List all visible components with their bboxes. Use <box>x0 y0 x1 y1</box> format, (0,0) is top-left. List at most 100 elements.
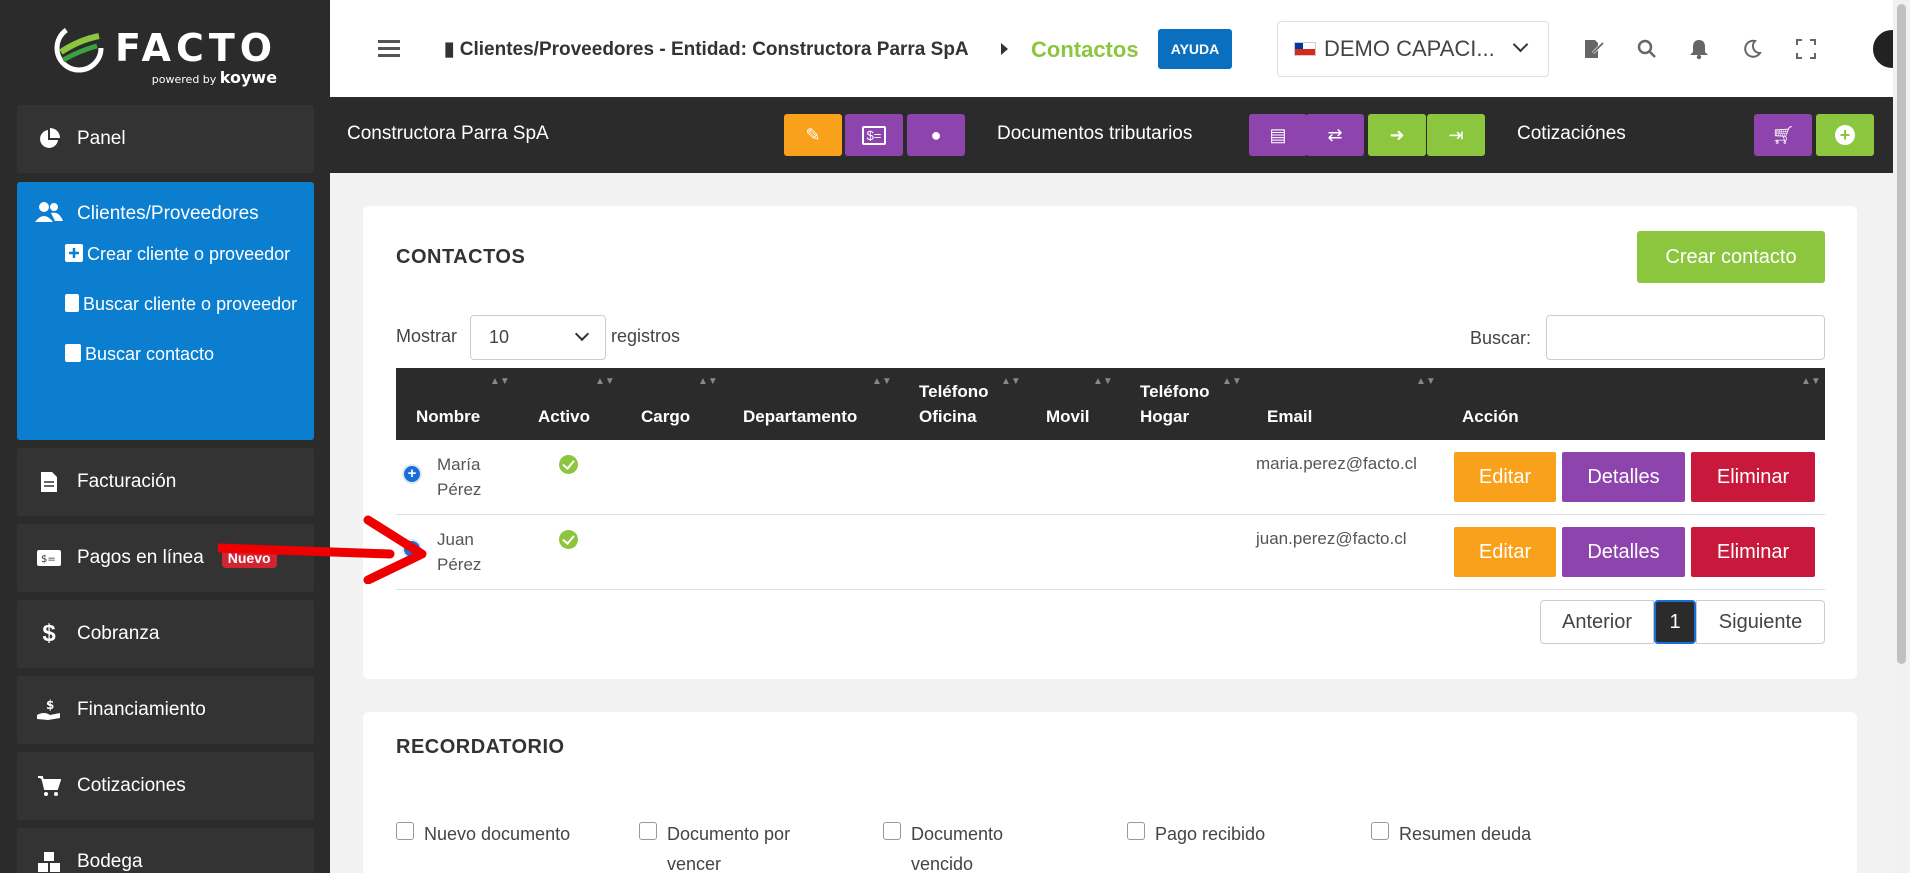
scrollbar-thumb[interactable] <box>1897 4 1906 664</box>
pager-next[interactable]: Siguiente <box>1696 600 1825 644</box>
exchange-button[interactable]: ⇄ <box>1306 114 1364 156</box>
sidebar-item-billing[interactable]: Facturación <box>17 448 314 516</box>
col-telefono-hogar[interactable]: Teléfono Hogar <box>1140 379 1210 429</box>
sidebar-item-label: Facturación <box>77 471 177 492</box>
chevron-down-icon <box>1512 36 1529 53</box>
col-departamento[interactable]: Departamento <box>743 404 857 429</box>
delete-button[interactable]: Eliminar <box>1691 527 1815 577</box>
page-size-select[interactable]: 10 <box>470 315 606 360</box>
cart-icon <box>35 772 63 800</box>
create-contact-button[interactable]: Crear contacto <box>1637 231 1825 283</box>
edit-document-icon[interactable] <box>1582 37 1606 61</box>
breadcrumb: ▮ Clientes/Proveedores - Entidad: Constr… <box>444 38 969 61</box>
pager-prev[interactable]: Anterior <box>1540 600 1654 644</box>
sidebar-item-clients[interactable]: Clientes/Proveedores Crear cliente o pro… <box>17 182 314 440</box>
sidebar-subitem-create[interactable]: Crear cliente o proveedor <box>17 242 314 267</box>
facto-logo[interactable]: FACTO powered by koywe <box>0 0 330 96</box>
search-icon[interactable] <box>1635 37 1659 61</box>
quotes-label: Cotizaciónes <box>1517 123 1626 144</box>
col-cargo[interactable]: Cargo <box>641 404 690 429</box>
hand-money-icon: $ <box>35 696 63 724</box>
user-icon: ● <box>930 124 942 145</box>
breadcrumb-parent[interactable]: Clientes/Proveedores - Entidad: Construc… <box>460 39 969 60</box>
active-check-icon <box>559 455 578 474</box>
company-name: DEMO CAPACI... <box>1324 36 1495 61</box>
table-row: + María Pérez maria.perez@facto.cl Editar… <box>396 440 1825 515</box>
sort-icon: ▲▼ <box>698 376 718 387</box>
plus-circle-icon: + <box>1835 125 1855 145</box>
company-select[interactable]: DEMO CAPACI... <box>1277 21 1549 77</box>
reminder-option-debt-summary[interactable]: Resumen deuda <box>1371 819 1531 849</box>
sort-icon: ▲▼ <box>1093 376 1113 387</box>
menu-toggle-icon[interactable] <box>378 40 400 58</box>
checkbox[interactable] <box>1127 822 1145 840</box>
add-quote-button[interactable]: + <box>1816 114 1874 156</box>
col-activo[interactable]: Activo <box>538 404 590 429</box>
sidebar-item-financing[interactable]: $ Financiamiento <box>17 676 314 744</box>
sidebar-item-label: Clientes/Proveedores <box>77 203 259 224</box>
cart-button[interactable]: 🛒︎ <box>1754 114 1812 156</box>
sort-icon: ▲▼ <box>595 376 615 387</box>
reminder-title: RECORDATORIO <box>396 736 565 758</box>
checkbox[interactable] <box>1371 822 1389 840</box>
checkbox[interactable] <box>396 822 414 840</box>
facto-swirl-icon <box>54 23 104 73</box>
checkbox[interactable] <box>639 822 657 840</box>
col-nombre[interactable]: Nombre <box>416 404 480 429</box>
contacts-title: CONTACTOS <box>396 246 526 268</box>
delete-button[interactable]: Eliminar <box>1691 452 1815 502</box>
help-button[interactable]: AYUDA <box>1158 29 1232 69</box>
reminder-option-new-doc[interactable]: Nuevo documento <box>396 819 570 849</box>
entity-toolbar: Constructora Parra SpA ✎ $= ● Documentos… <box>330 97 1910 173</box>
sort-icon: ▲▼ <box>872 376 892 387</box>
import-button[interactable]: ⇥ <box>1427 114 1485 156</box>
chile-flag-icon <box>1294 42 1316 56</box>
sidebar-item-quotes[interactable]: Cotizaciones <box>17 752 314 820</box>
sidebar-item-label: Panel <box>77 128 126 149</box>
contact-name: Juan Pérez <box>437 530 482 574</box>
cart-icon: 🛒︎ <box>1771 124 1795 145</box>
pager-page[interactable]: 1 <box>1654 600 1696 644</box>
edit-icon: ✎ <box>805 124 821 145</box>
details-button[interactable]: Detalles <box>1562 452 1685 502</box>
sidebar-subitem-search-client[interactable]: Buscar cliente o proveedor <box>17 292 314 317</box>
svg-text:$: $ <box>46 698 54 712</box>
col-telefono-oficina[interactable]: Teléfono Oficina <box>919 379 989 429</box>
details-button[interactable]: Detalles <box>1562 527 1685 577</box>
sidebar-item-label: Pagos en línea <box>77 547 204 568</box>
pie-chart-icon <box>35 125 63 153</box>
col-email[interactable]: Email <box>1267 404 1312 429</box>
sidebar: FACTO powered by koywe Panel Clientes/Pr… <box>0 0 330 873</box>
sort-icon: ▲▼ <box>1222 376 1242 387</box>
edit-button[interactable]: Editar <box>1454 452 1556 502</box>
col-movil[interactable]: Movil <box>1046 404 1089 429</box>
search-input[interactable] <box>1546 315 1825 360</box>
svg-text:$=: $= <box>41 554 56 565</box>
building-icon <box>65 294 79 312</box>
sidebar-item-panel[interactable]: Panel <box>17 105 314 173</box>
fullscreen-icon[interactable] <box>1794 37 1818 61</box>
export-button[interactable]: ➜ <box>1368 114 1426 156</box>
expand-row-icon[interactable]: + <box>402 464 422 484</box>
edit-button[interactable]: Editar <box>1454 527 1556 577</box>
payment-card-button[interactable]: $= <box>845 114 903 156</box>
boxes-icon <box>35 848 63 873</box>
sign-in-icon: ⇥ <box>1448 124 1464 145</box>
sidebar-subitem-search-contact[interactable]: Buscar contacto <box>17 342 314 367</box>
checkbox[interactable] <box>883 822 901 840</box>
moon-icon[interactable] <box>1740 37 1764 61</box>
topbar: ▮ Clientes/Proveedores - Entidad: Constr… <box>330 0 1910 97</box>
document-button[interactable]: ▤ <box>1249 114 1307 156</box>
reminder-option-payment[interactable]: Pago recibido <box>1127 819 1265 849</box>
contacts-button[interactable]: ● <box>907 114 965 156</box>
page-scrollbar[interactable] <box>1893 0 1910 873</box>
plus-square-icon <box>65 244 83 262</box>
reminder-option-doc-overdue[interactable]: Documento vencido <box>883 819 1003 873</box>
reminder-option-doc-due[interactable]: Documento por vencer <box>639 819 790 873</box>
sidebar-item-collections[interactable]: $ Cobranza <box>17 600 314 668</box>
page-size-value: 10 <box>489 327 510 347</box>
sidebar-item-warehouse[interactable]: Bodega <box>17 828 314 873</box>
edit-entity-button[interactable]: ✎ <box>784 114 842 156</box>
bell-icon[interactable] <box>1687 37 1711 61</box>
sort-icon: ▲▼ <box>490 376 510 387</box>
